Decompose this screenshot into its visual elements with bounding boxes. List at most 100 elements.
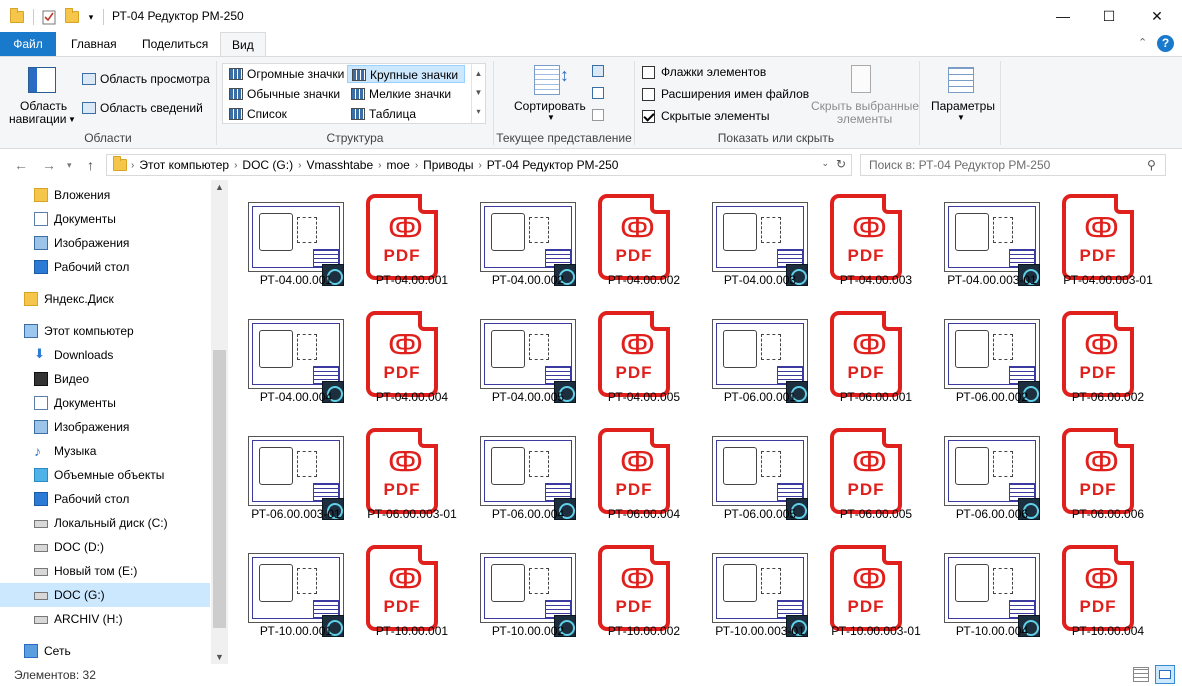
sidebar-item[interactable]: Рабочий стол bbox=[0, 255, 210, 279]
details-pane-button[interactable]: Область сведений bbox=[100, 101, 203, 115]
drawing-file-item[interactable]: РТ-10.00.004 bbox=[924, 531, 1040, 643]
add-columns-icon[interactable] bbox=[592, 87, 604, 99]
file-extensions-label[interactable]: Расширения имен файлов bbox=[661, 87, 809, 101]
pdf-file-item[interactable]: ↂ PDF РТ-06.00.002 bbox=[1040, 297, 1156, 409]
pdf-file-item[interactable]: ↂ PDF РТ-10.00.002 bbox=[576, 531, 692, 643]
refresh-icon[interactable]: ↻ bbox=[836, 157, 846, 171]
pdf-file-item[interactable]: ↂ PDF РТ-04.00.003 bbox=[808, 180, 924, 292]
forward-arrow-icon[interactable]: → bbox=[42, 157, 56, 173]
sidebar-item[interactable]: Вложения bbox=[0, 183, 210, 207]
drawing-file-item[interactable]: РТ-04.00.003-01 bbox=[924, 180, 1040, 292]
pdf-file-item[interactable]: ↂ PDF РТ-10.00.004 bbox=[1040, 531, 1156, 643]
sidebar-item[interactable]: DOC (G:) bbox=[0, 583, 210, 607]
drawing-file-item[interactable]: РТ-10.00.001 bbox=[228, 531, 344, 643]
pdf-file-item[interactable]: ↂ PDF РТ-06.00.001 bbox=[808, 297, 924, 409]
large-icons-view-icon[interactable] bbox=[1155, 665, 1175, 684]
layout-list[interactable]: Список bbox=[225, 105, 345, 123]
pdf-file-item[interactable]: ↂ PDF РТ-04.00.001 bbox=[344, 180, 460, 292]
sidebar-item[interactable]: Новый том (E:) bbox=[0, 559, 210, 583]
nav-pane-label-2[interactable]: навигации bbox=[9, 112, 66, 126]
sidebar-item[interactable]: ⬇ Downloads bbox=[0, 343, 210, 367]
sidebar-item[interactable]: Сеть bbox=[0, 639, 210, 663]
hide-selected-button[interactable]: Скрыть выбранные bbox=[811, 99, 919, 113]
minimize-button[interactable]: — bbox=[1040, 0, 1086, 32]
gallery-scroll[interactable]: ▲ ▼ ▾ bbox=[471, 64, 485, 123]
breadcrumb-this-pc[interactable]: Этот компьютер bbox=[134, 158, 234, 172]
close-button[interactable]: ✕ bbox=[1132, 0, 1182, 32]
address-bar[interactable]: › Этот компьютер › DOC (G:) › Vmasshtabe… bbox=[106, 154, 852, 176]
drawing-file-item[interactable]: РТ-06.00.005 bbox=[692, 414, 808, 526]
sidebar-item[interactable]: Документы bbox=[0, 207, 210, 231]
pdf-file-item[interactable]: ↂ PDF РТ-06.00.006 bbox=[1040, 414, 1156, 526]
up-arrow-icon[interactable]: ↑ bbox=[87, 157, 94, 173]
options-button[interactable]: Параметры bbox=[931, 99, 995, 113]
pdf-file-item[interactable]: ↂ PDF РТ-10.00.001 bbox=[344, 531, 460, 643]
drawing-file-item[interactable]: РТ-06.00.004 bbox=[460, 414, 576, 526]
layout-details[interactable]: Таблица bbox=[347, 105, 465, 123]
sidebar-item[interactable]: ARCHIV (H:) bbox=[0, 607, 210, 631]
details-view-icon[interactable] bbox=[1133, 667, 1149, 682]
address-dropdown-icon[interactable]: ⌄ bbox=[821, 158, 829, 169]
sidebar-item[interactable]: ♪ Музыка bbox=[0, 439, 210, 463]
scroll-up-icon[interactable]: ▲ bbox=[215, 182, 224, 192]
tab-file[interactable]: Файл bbox=[0, 32, 56, 56]
size-columns-icon[interactable] bbox=[592, 109, 604, 121]
sidebar-item[interactable]: Рабочий стол bbox=[0, 487, 210, 511]
file-extensions-checkbox[interactable] bbox=[642, 88, 655, 101]
pdf-file-item[interactable]: ↂ PDF РТ-04.00.005 bbox=[576, 297, 692, 409]
group-by-icon[interactable] bbox=[592, 65, 604, 77]
layout-large-icons[interactable]: Крупные значки bbox=[347, 65, 465, 83]
chevron-down-icon[interactable]: ▼ bbox=[547, 113, 555, 122]
drawing-file-item[interactable]: РТ-10.00.002 bbox=[460, 531, 576, 643]
breadcrumb-moe[interactable]: moe bbox=[381, 158, 414, 172]
hidden-items-checkbox[interactable] bbox=[642, 110, 655, 123]
drawing-file-item[interactable]: РТ-04.00.004 bbox=[228, 297, 344, 409]
layout-small-icons[interactable]: Мелкие значки bbox=[347, 85, 465, 103]
sidebar-item[interactable]: Документы bbox=[0, 391, 210, 415]
collapse-ribbon-icon[interactable]: ⌃ bbox=[1138, 36, 1147, 49]
customize-quick-access-icon[interactable]: ▾ bbox=[85, 8, 97, 26]
drawing-file-item[interactable]: РТ-04.00.002 bbox=[460, 180, 576, 292]
chevron-down-icon[interactable]: ▼ bbox=[68, 115, 76, 124]
pdf-file-item[interactable]: ↂ PDF РТ-04.00.004 bbox=[344, 297, 460, 409]
pdf-file-item[interactable]: ↂ PDF РТ-06.00.004 bbox=[576, 414, 692, 526]
properties-icon[interactable] bbox=[40, 8, 58, 26]
hidden-items-label[interactable]: Скрытые элементы bbox=[661, 109, 770, 123]
layout-extra-large-icons[interactable]: Огромные значки bbox=[225, 65, 345, 83]
layout-medium-icons[interactable]: Обычные значки bbox=[225, 85, 345, 103]
chevron-down-icon[interactable]: ▼ bbox=[957, 113, 965, 122]
pdf-file-item[interactable]: ↂ PDF РТ-04.00.003-01 bbox=[1040, 180, 1156, 292]
sidebar-item[interactable]: DOC (D:) bbox=[0, 535, 210, 559]
drawing-file-item[interactable]: РТ-10.00.003-01 bbox=[692, 531, 808, 643]
sidebar-item[interactable]: Объемные объекты bbox=[0, 463, 210, 487]
sort-button[interactable]: Сортировать bbox=[514, 99, 586, 113]
drawing-file-item[interactable]: РТ-04.00.001 bbox=[228, 180, 344, 292]
drawing-file-item[interactable]: РТ-04.00.003 bbox=[692, 180, 808, 292]
drawing-file-item[interactable]: РТ-06.00.006 bbox=[924, 414, 1040, 526]
pdf-file-item[interactable]: ↂ PDF РТ-06.00.005 bbox=[808, 414, 924, 526]
maximize-button[interactable]: ☐ bbox=[1086, 0, 1132, 32]
drawing-file-item[interactable]: РТ-04.00.005 bbox=[460, 297, 576, 409]
scroll-down-icon[interactable]: ▼ bbox=[215, 652, 224, 662]
help-icon[interactable]: ? bbox=[1157, 35, 1174, 52]
back-arrow-icon[interactable]: ← bbox=[14, 157, 28, 173]
search-input[interactable]: Поиск в: РТ-04 Редуктор РМ-250 bbox=[860, 154, 1166, 176]
sidebar-item[interactable]: Видео bbox=[0, 367, 210, 391]
nav-pane-label-1[interactable]: Область bbox=[20, 99, 67, 113]
breadcrumb-drive-g[interactable]: DOC (G:) bbox=[237, 158, 298, 172]
sidebar-scroll-thumb[interactable] bbox=[213, 350, 226, 628]
sidebar-item[interactable]: Изображения bbox=[0, 231, 210, 255]
tab-home[interactable]: Главная bbox=[60, 32, 128, 56]
recent-locations-icon[interactable]: ▾ bbox=[67, 160, 72, 171]
drawing-file-item[interactable]: РТ-06.00.003-01 bbox=[228, 414, 344, 526]
new-folder-icon[interactable] bbox=[63, 8, 81, 26]
tab-share[interactable]: Поделиться bbox=[131, 32, 219, 56]
item-checkboxes-label[interactable]: Флажки элементов bbox=[661, 65, 766, 79]
breadcrumb-privody[interactable]: Приводы bbox=[418, 158, 478, 172]
pdf-file-item[interactable]: ↂ PDF РТ-04.00.002 bbox=[576, 180, 692, 292]
pdf-file-item[interactable]: ↂ PDF РТ-06.00.003-01 bbox=[344, 414, 460, 526]
drawing-file-item[interactable]: РТ-06.00.001 bbox=[692, 297, 808, 409]
drawing-file-item[interactable]: РТ-06.00.002 bbox=[924, 297, 1040, 409]
sidebar-item[interactable]: Локальный диск (C:) bbox=[0, 511, 210, 535]
sidebar-item[interactable]: Этот компьютер bbox=[0, 319, 210, 343]
